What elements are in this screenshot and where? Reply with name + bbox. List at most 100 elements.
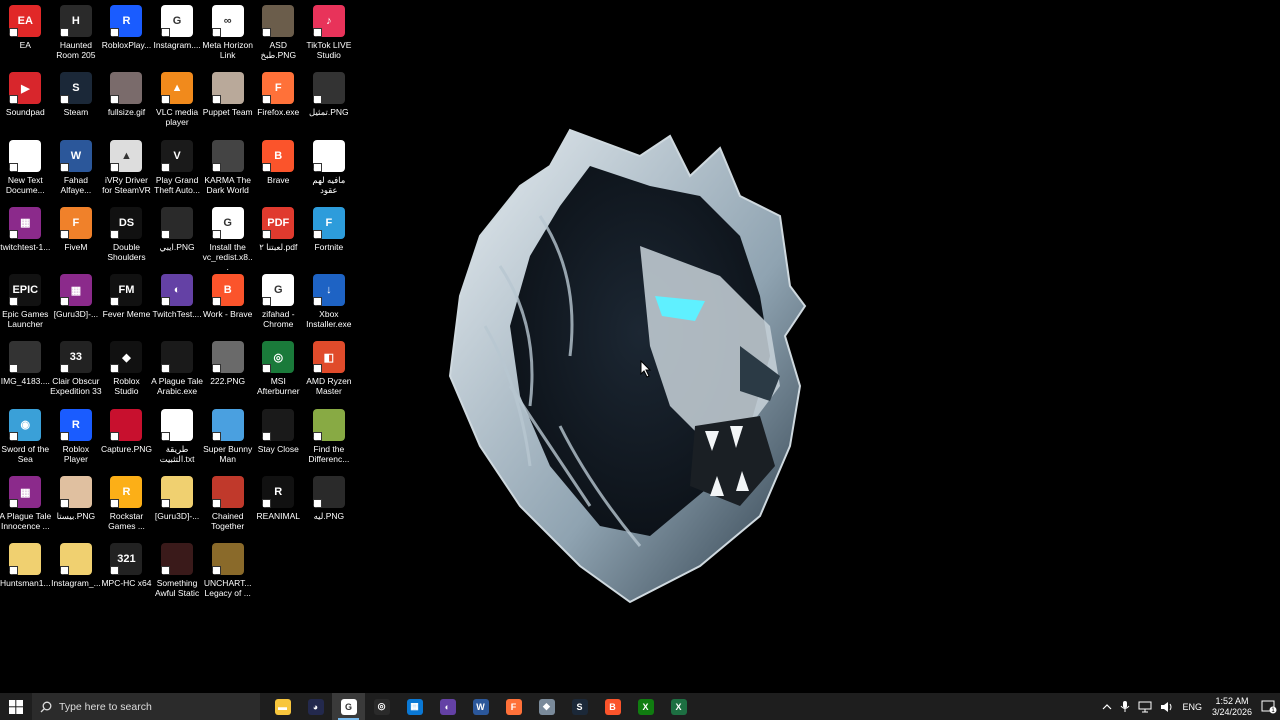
desktop-icon[interactable]: R Rockstar Games ... bbox=[101, 473, 152, 540]
taskbar-app-button[interactable]: X bbox=[662, 693, 695, 720]
taskbar-app-button[interactable]: ▦ bbox=[398, 693, 431, 720]
start-button[interactable] bbox=[0, 693, 32, 720]
desktop[interactable]: EA EA H Haunted Room 205 R RobloxPlay... G Inst… bbox=[0, 0, 1280, 693]
desktop-icon[interactable]: S Steam bbox=[51, 69, 102, 136]
desktop-icon[interactable]: Gzifahad - Chrome bbox=[253, 271, 304, 338]
desktop-icon[interactable]: R REANIMAL bbox=[253, 473, 304, 540]
network-button[interactable] bbox=[1134, 701, 1156, 713]
desktop-icon[interactable]: ▲ VLC media player bbox=[152, 69, 203, 136]
desktop-icon[interactable]: UNCHART... Legacy of ... bbox=[202, 540, 253, 607]
desktop-icon[interactable]: ↓ Xbox Installer.exe bbox=[304, 271, 355, 338]
desktop-icon[interactable]: مافيه لهم عقود bbox=[304, 137, 355, 204]
desktop-icon[interactable]: G Instagram.... bbox=[152, 2, 203, 69]
shortcut-arrow-icon bbox=[161, 297, 171, 307]
desktop-icon[interactable]: Chained Together bbox=[202, 473, 253, 540]
desktop-icon[interactable]: ASD طبخ.PNG bbox=[253, 2, 304, 69]
taskbar-app-button[interactable]: X bbox=[629, 693, 662, 720]
app-icon: ◉ bbox=[9, 408, 42, 441]
shortcut-arrow-icon bbox=[110, 162, 120, 172]
desktop-icon[interactable]: ♪ TikTok LIVE Studio bbox=[304, 2, 355, 69]
desktop-icon[interactable]: ليه.PNG bbox=[304, 473, 355, 540]
desktop-icon[interactable]: [Guru3D]-... bbox=[152, 473, 203, 540]
desktop-icon[interactable]: Puppet Team bbox=[202, 69, 253, 136]
desktop-icon[interactable]: ◉ Sword of the Sea bbox=[0, 406, 51, 473]
desktop-icon[interactable]: DS Double Shoulders bbox=[101, 204, 152, 271]
taskbar-search-box[interactable]: Type here to search bbox=[32, 693, 260, 720]
desktop-icon[interactable]: A Plague Tale Arabic.exe bbox=[151, 338, 203, 405]
desktop-icon[interactable]: F Fortnite bbox=[304, 204, 355, 271]
desktop-icon[interactable]: ∞ Meta Horizon Link bbox=[202, 2, 253, 69]
desktop-icon[interactable]: 222.PNG bbox=[202, 338, 253, 405]
taskbar-app-button[interactable]: S bbox=[563, 693, 596, 720]
shortcut-arrow-icon bbox=[211, 364, 221, 374]
desktop-icon-label: Roblox Studio bbox=[113, 376, 140, 397]
desktop-icon[interactable]: V Play Grand Theft Auto... bbox=[152, 137, 203, 204]
desktop-icon[interactable]: ايبي.PNG bbox=[152, 204, 203, 271]
desktop-icon[interactable]: ▶ Soundpad bbox=[0, 69, 51, 136]
desktop-icon[interactable]: طريقة التثبيت.txt bbox=[152, 406, 203, 473]
desktop-icon[interactable]: Super Bunny Man bbox=[202, 406, 253, 473]
desktop-icon[interactable]: IMG_4183.... bbox=[0, 338, 51, 405]
desktop-icon[interactable]: بيستا.PNG bbox=[51, 473, 102, 540]
show-hidden-icons-button[interactable] bbox=[1098, 703, 1116, 711]
shortcut-arrow-icon bbox=[59, 566, 69, 576]
volume-button[interactable] bbox=[1156, 701, 1178, 713]
desktop-icon[interactable]: ▦ A Plague Tale Innocence ... bbox=[0, 473, 51, 540]
steamvr-icon: ◎ bbox=[373, 698, 390, 715]
taskbar-app-button[interactable]: F bbox=[497, 693, 530, 720]
desktop-icon[interactable]: 33 Clair Obscur Expedition 33 bbox=[50, 338, 102, 405]
shortcut-arrow-icon bbox=[9, 431, 19, 441]
taskbar-app-button[interactable]: G bbox=[332, 693, 365, 720]
app-icon: ▲ bbox=[110, 139, 143, 172]
desktop-icon[interactable]: W Fahad Alfaye... bbox=[51, 137, 102, 204]
app-icon: ◧ bbox=[312, 341, 345, 374]
desktop-icon[interactable]: ◐ TwitchTest.... bbox=[152, 271, 203, 338]
desktop-icon[interactable]: fullsize.gif bbox=[101, 69, 152, 136]
taskbar-app-button[interactable]: W bbox=[464, 693, 497, 720]
desktop-icon[interactable]: F Firefox.exe bbox=[253, 69, 304, 136]
desktop-icon[interactable]: F FiveM bbox=[51, 204, 102, 271]
desktop-icon-label: Roblox Player bbox=[62, 443, 90, 464]
input-language[interactable]: ENG bbox=[1178, 702, 1206, 712]
desktop-icon-label: TikTok LIVE Studio bbox=[306, 40, 352, 60]
desktop-icon-label: Instagram.... bbox=[153, 40, 201, 50]
taskbar-app-button[interactable]: ▬ bbox=[266, 693, 299, 720]
desktop-icon[interactable]: ◧ AMD Ryzen Master bbox=[304, 338, 355, 405]
app-icon: S bbox=[59, 72, 92, 105]
microphone-button[interactable] bbox=[1116, 700, 1134, 713]
taskbar-app-button[interactable]: B bbox=[596, 693, 629, 720]
desktop-icon[interactable]: ▦ twitchtest-1... bbox=[0, 204, 51, 271]
action-center-button[interactable]: 1 bbox=[1258, 700, 1280, 714]
desktop-icon[interactable]: H Haunted Room 205 bbox=[51, 2, 102, 69]
shortcut-arrow-icon bbox=[312, 431, 322, 441]
desktop-icon[interactable]: EA EA bbox=[0, 2, 51, 69]
taskbar-app-button[interactable]: ◕ bbox=[299, 693, 332, 720]
desktop-icon[interactable]: Capture.PNG bbox=[101, 406, 152, 473]
desktop-icon[interactable]: B Brave bbox=[253, 137, 304, 204]
desktop-icon[interactable]: تمثيل.PNG bbox=[304, 69, 355, 136]
desktop-icon[interactable]: R Roblox Player bbox=[51, 406, 102, 473]
desktop-icon[interactable]: ◎ MSI Afterburner bbox=[253, 338, 304, 405]
desktop-icon[interactable]: New Text Docume... bbox=[0, 137, 51, 204]
desktop-icon[interactable]: PDF لعبتنا ٢.pdf bbox=[253, 204, 304, 271]
desktop-icon[interactable]: B Work - Brave bbox=[202, 271, 253, 338]
desktop-icon[interactable]: Instagram_... bbox=[51, 540, 102, 607]
desktop-icon[interactable]: Something Awful Static bbox=[152, 540, 203, 607]
taskbar-app-button[interactable]: ◎ bbox=[365, 693, 398, 720]
desktop-icon[interactable]: Huntsman1... bbox=[0, 540, 51, 607]
desktop-icon[interactable]: KARMA The Dark World bbox=[202, 137, 253, 204]
clock[interactable]: 1:52 AM 3/24/2026 bbox=[1206, 696, 1258, 718]
desktop-icon[interactable]: Find the Differenc... bbox=[304, 406, 355, 473]
desktop-icon[interactable]: EPIC Epic Games Launcher bbox=[0, 271, 51, 338]
desktop-icon[interactable]: 321 MPC-HC x64 bbox=[101, 540, 152, 607]
desktop-icon[interactable]: ▦ [Guru3D]-... bbox=[51, 271, 102, 338]
taskbar-app-button[interactable]: ◆ bbox=[530, 693, 563, 720]
desktop-icon[interactable]: ▲ iVRy Driver for SteamVR bbox=[101, 137, 152, 204]
desktop-icon[interactable]: FM Fever Meme bbox=[101, 271, 152, 338]
desktop-icon[interactable]: ◆ Roblox Studio bbox=[101, 338, 152, 405]
desktop-icon[interactable]: G Install the vc_redist.x8... bbox=[202, 204, 253, 271]
desktop-icon[interactable]: Stay Close bbox=[253, 406, 304, 473]
desktop-icon[interactable]: R RobloxPlay... bbox=[101, 2, 152, 69]
shortcut-arrow-icon bbox=[59, 431, 69, 441]
taskbar-app-button[interactable]: ◐ bbox=[431, 693, 464, 720]
